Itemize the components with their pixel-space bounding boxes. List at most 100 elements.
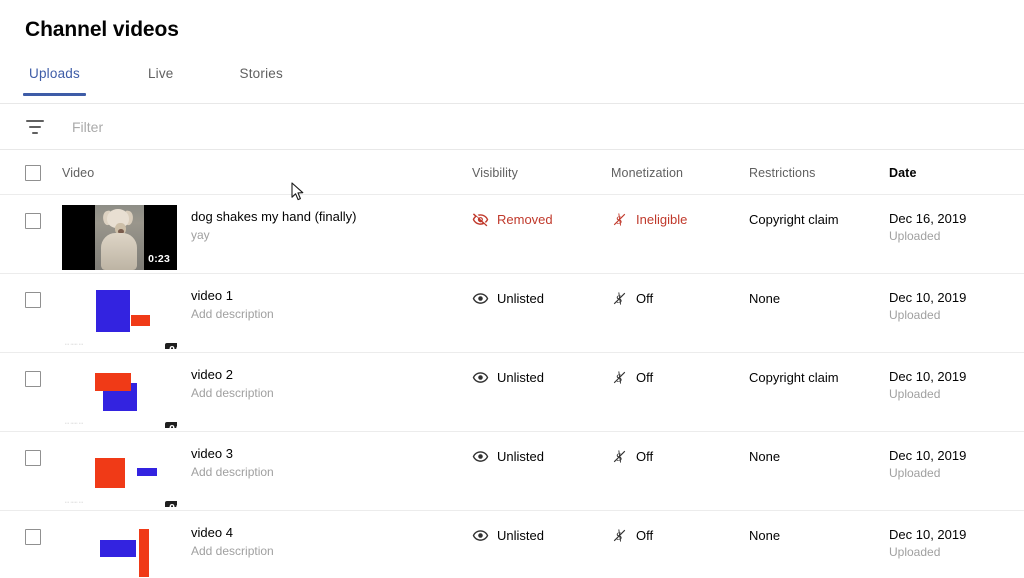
duration-badge: 0:31 bbox=[165, 422, 177, 428]
thumbnail-bar bbox=[139, 529, 149, 577]
table-row[interactable]: ••• ••••• ••• 0:31 video 2 Add descripti… bbox=[0, 353, 1024, 432]
video-description[interactable]: Add description bbox=[191, 544, 274, 558]
thumbnail-bar bbox=[95, 373, 131, 391]
filter-input[interactable] bbox=[72, 119, 412, 135]
date-type-label: Uploaded bbox=[889, 545, 940, 559]
video-description[interactable]: Add description bbox=[191, 465, 274, 479]
restrictions-label: None bbox=[749, 449, 780, 464]
column-header-monetization[interactable]: Monetization bbox=[611, 166, 683, 180]
visibility-label: Unlisted bbox=[497, 449, 544, 464]
row-checkbox[interactable] bbox=[25, 529, 41, 545]
tab-bar: Uploads Live Stories bbox=[0, 66, 1024, 104]
row-checkbox[interactable] bbox=[25, 450, 41, 466]
filter-bar bbox=[0, 105, 1024, 150]
eye-off-icon bbox=[472, 211, 489, 228]
date-type-label: Uploaded bbox=[889, 308, 940, 322]
upload-date: Dec 10, 2019 bbox=[889, 290, 966, 305]
video-description[interactable]: Add description bbox=[191, 307, 274, 321]
restrictions-label: None bbox=[749, 528, 780, 543]
visibility-status[interactable]: Removed bbox=[472, 211, 553, 228]
video-title[interactable]: dog shakes my hand (finally) bbox=[191, 209, 356, 224]
dollar-slash-icon: S bbox=[611, 448, 628, 465]
monetization-label: Off bbox=[636, 528, 653, 543]
video-thumbnail[interactable]: ••• ••••• ••• 0:31 bbox=[62, 521, 177, 578]
monetization-status[interactable]: S Off bbox=[611, 369, 653, 386]
monetization-label: Off bbox=[636, 291, 653, 306]
thumbnail-bar bbox=[131, 315, 150, 326]
table-row[interactable]: ••• ••••• ••• 0:31 video 4 Add descripti… bbox=[0, 511, 1024, 578]
table-row[interactable]: ••• ••••• ••• 0:31 video 3 Add descripti… bbox=[0, 432, 1024, 511]
eye-icon bbox=[472, 290, 489, 307]
row-checkbox[interactable] bbox=[25, 371, 41, 387]
tab-live[interactable]: Live bbox=[144, 66, 178, 96]
dollar-slash-icon: S bbox=[611, 211, 628, 228]
video-description[interactable]: Add description bbox=[191, 386, 274, 400]
upload-date: Dec 10, 2019 bbox=[889, 527, 966, 542]
eye-icon bbox=[472, 448, 489, 465]
visibility-label: Unlisted bbox=[497, 370, 544, 385]
table-row[interactable]: 0:23 dog shakes my hand (finally) yay Re… bbox=[0, 195, 1024, 274]
visibility-label: Unlisted bbox=[497, 291, 544, 306]
duration-badge: 0:31 bbox=[165, 343, 177, 349]
column-header-visibility[interactable]: Visibility bbox=[472, 166, 518, 180]
monetization-status[interactable]: S Off bbox=[611, 448, 653, 465]
restrictions-label: None bbox=[749, 291, 780, 306]
video-thumbnail[interactable]: ••• ••••• ••• 0:31 bbox=[62, 442, 177, 507]
restrictions-label: Copyright claim bbox=[749, 370, 839, 385]
monetization-label: Off bbox=[636, 370, 653, 385]
eye-icon bbox=[472, 527, 489, 544]
visibility-label: Unlisted bbox=[497, 528, 544, 543]
video-title[interactable]: video 4 bbox=[191, 525, 233, 540]
date-type-label: Uploaded bbox=[889, 229, 940, 243]
eye-icon bbox=[472, 369, 489, 386]
channel-videos-page: Channel videos Uploads Live Stories Vide… bbox=[0, 0, 1024, 578]
thumbnail-axis-text: ••• ••••• ••• bbox=[65, 500, 83, 504]
tab-stories[interactable]: Stories bbox=[236, 66, 287, 96]
visibility-status[interactable]: Unlisted bbox=[472, 448, 544, 465]
dollar-slash-icon: S bbox=[611, 369, 628, 386]
thumbnail-image bbox=[95, 205, 144, 270]
row-checkbox[interactable] bbox=[25, 213, 41, 229]
duration-badge: 0:31 bbox=[165, 501, 177, 507]
table-row[interactable]: ••• ••••• ••• 0:31 video 1 Add descripti… bbox=[0, 274, 1024, 353]
filter-icon[interactable] bbox=[25, 120, 44, 134]
video-title[interactable]: video 2 bbox=[191, 367, 233, 382]
select-all-checkbox[interactable] bbox=[25, 165, 41, 181]
column-header-date[interactable]: Date bbox=[889, 166, 917, 180]
column-header-video[interactable]: Video bbox=[62, 166, 94, 180]
monetization-label: Off bbox=[636, 449, 653, 464]
video-thumbnail[interactable]: ••• ••••• ••• 0:31 bbox=[62, 363, 177, 428]
thumbnail-axis-text: ••• ••••• ••• bbox=[65, 421, 83, 425]
video-thumbnail[interactable]: ••• ••••• ••• 0:31 bbox=[62, 284, 177, 349]
upload-date: Dec 10, 2019 bbox=[889, 448, 966, 463]
restrictions-label: Copyright claim bbox=[749, 212, 839, 227]
visibility-status[interactable]: Unlisted bbox=[472, 369, 544, 386]
video-title[interactable]: video 3 bbox=[191, 446, 233, 461]
thumbnail-axis-text: ••• ••••• ••• bbox=[65, 342, 83, 346]
monetization-status[interactable]: S Ineligible bbox=[611, 211, 687, 228]
video-title[interactable]: video 1 bbox=[191, 288, 233, 303]
upload-date: Dec 10, 2019 bbox=[889, 369, 966, 384]
thumbnail-bar bbox=[96, 290, 130, 332]
column-header-restrictions[interactable]: Restrictions bbox=[749, 166, 816, 180]
monetization-status[interactable]: S Off bbox=[611, 290, 653, 307]
thumbnail-bar bbox=[100, 540, 136, 557]
dollar-slash-icon: S bbox=[611, 290, 628, 307]
visibility-status[interactable]: Unlisted bbox=[472, 527, 544, 544]
date-type-label: Uploaded bbox=[889, 387, 940, 401]
date-type-label: Uploaded bbox=[889, 466, 940, 480]
thumbnail-bar bbox=[95, 458, 125, 488]
row-checkbox[interactable] bbox=[25, 292, 41, 308]
tab-uploads[interactable]: Uploads bbox=[25, 66, 84, 96]
page-title: Channel videos bbox=[25, 18, 179, 42]
video-description[interactable]: yay bbox=[191, 228, 210, 242]
table-header: Video Visibility Monetization Restrictio… bbox=[0, 150, 1024, 195]
dollar-slash-icon: S bbox=[611, 527, 628, 544]
visibility-label: Removed bbox=[497, 212, 553, 227]
upload-date: Dec 16, 2019 bbox=[889, 211, 966, 226]
visibility-status[interactable]: Unlisted bbox=[472, 290, 544, 307]
monetization-label: Ineligible bbox=[636, 212, 687, 227]
monetization-status[interactable]: S Off bbox=[611, 527, 653, 544]
thumbnail-bar bbox=[137, 468, 157, 476]
video-thumbnail[interactable]: 0:23 bbox=[62, 205, 177, 270]
